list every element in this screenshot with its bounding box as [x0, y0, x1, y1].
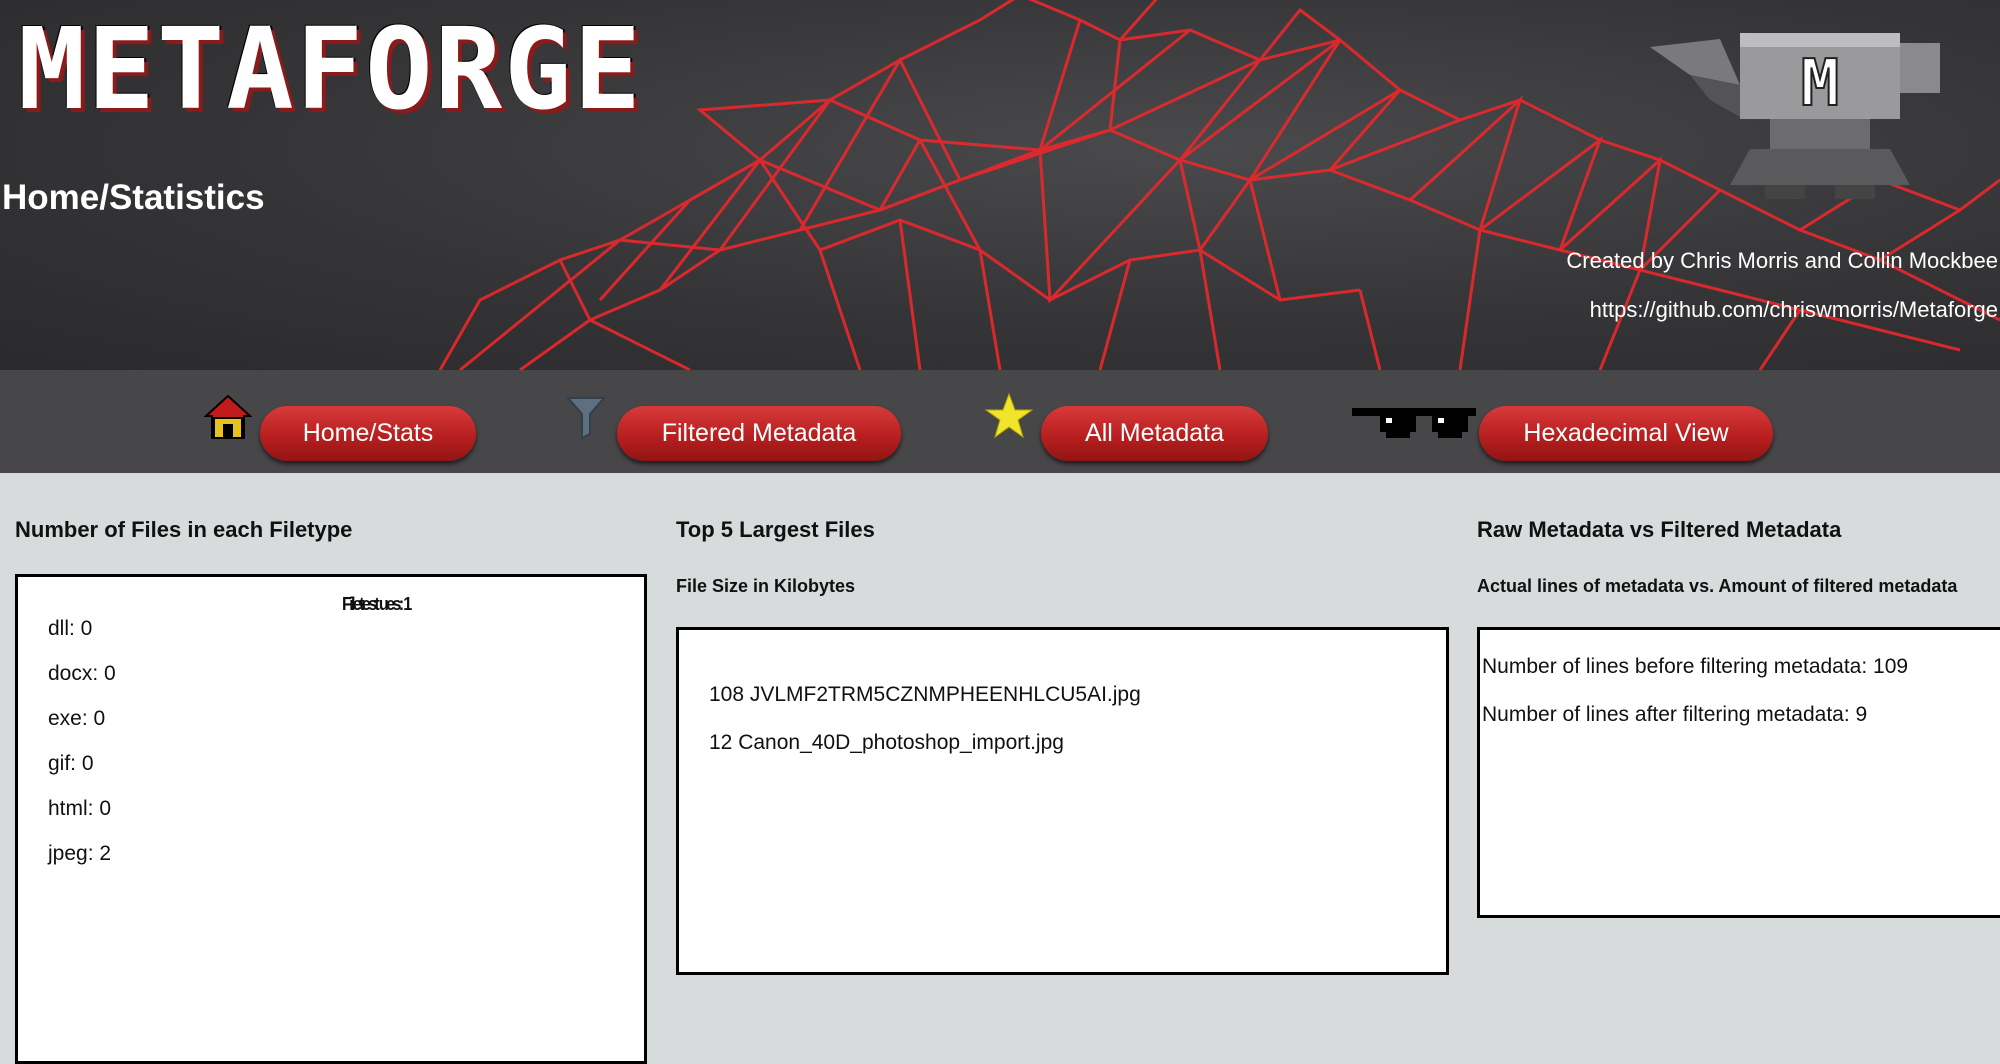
pixel-sunglasses-icon: [1352, 408, 1476, 438]
star-icon: [985, 392, 1033, 439]
breadcrumb: Home/Statistics: [2, 178, 265, 217]
home-icon: [204, 394, 252, 439]
filetypes-overlapping-legend-text: Filetest ues: 1: [342, 594, 412, 614]
nav-all-metadata-button[interactable]: All Metadata: [1041, 406, 1268, 461]
filetype-item: docx: 0: [48, 662, 116, 685]
filetype-item: exe: 0: [48, 707, 106, 730]
largest-files-subtitle: File Size in Kilobytes: [676, 576, 856, 596]
raw-vs-filtered-subtitle: Actual lines of metadata vs. Amount of f…: [1477, 576, 1958, 596]
funnel-filter-icon: [566, 397, 606, 440]
svg-text:M: M: [1801, 47, 1840, 121]
metaforge-logo: METAFORGE: [18, 5, 643, 135]
lines-after-filtering: Number of lines after filtering metadata…: [1482, 703, 1868, 726]
filetype-item: gif: 0: [48, 752, 94, 775]
nav-filtered-metadata-button[interactable]: Filtered Metadata: [617, 406, 901, 461]
largest-file-item: 108 JVLMF2TRM5CZNMPHEENHLCU5AI.jpg: [709, 683, 1141, 706]
largest-files-title: Top 5 Largest Files: [676, 517, 875, 542]
largest-file-item: 12 Canon_40D_photoshop_import.jpg: [709, 731, 1064, 754]
filetype-item: html: 0: [48, 797, 112, 820]
filetype-item: dll: 0: [48, 617, 93, 640]
filetypes-title: Number of Files in each Filetype: [15, 517, 353, 542]
lines-before-filtering: Number of lines before filtering metadat…: [1482, 655, 1909, 678]
anvil-icon: M: [1650, 33, 1940, 199]
largest-files-box: [676, 627, 1449, 975]
nav-hexadecimal-view-button[interactable]: Hexadecimal View: [1479, 406, 1773, 461]
nav-home-stats-button[interactable]: Home/Stats: [260, 406, 476, 461]
filetype-item: jpeg: 2: [48, 842, 112, 865]
site-header: METAFORGE Home/Statistics M Created by C…: [0, 0, 2000, 370]
credit-authors: Created by Chris Morris and Collin Mockb…: [1566, 248, 1998, 273]
raw-vs-filtered-title: Raw Metadata vs Filtered Metadata: [1477, 517, 1842, 542]
credit-url-link[interactable]: https://github.com/chriswmorris/Metaforg…: [1590, 297, 1998, 323]
